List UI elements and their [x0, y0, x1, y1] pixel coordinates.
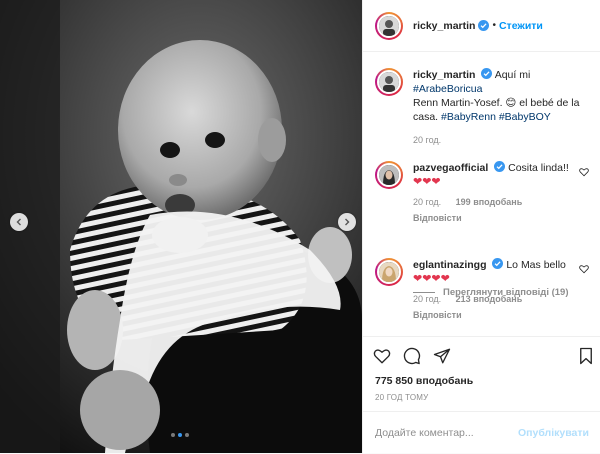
header-username[interactable]: ricky_martin	[413, 20, 475, 32]
chevron-left-icon	[16, 218, 21, 226]
heart-icon[interactable]	[579, 264, 589, 274]
comment-username[interactable]: pazvegaofficial	[413, 162, 488, 174]
avatar[interactable]	[375, 161, 403, 189]
comment-text: Lo Mas bello	[506, 259, 566, 271]
hashtag-link[interactable]: #BabyBOY	[499, 111, 551, 123]
comment-text: Cosita linda!!	[508, 162, 569, 174]
instagram-post: ricky_martin • Стежити ricky_martin Aquí…	[0, 0, 600, 453]
hashtag-link[interactable]: #BabyRenn	[441, 111, 496, 123]
carousel-prev-button[interactable]	[10, 213, 28, 231]
save-button[interactable]	[577, 347, 595, 365]
carousel-indicator	[171, 433, 189, 437]
like-button[interactable]	[373, 347, 391, 365]
share-button[interactable]	[433, 347, 451, 365]
post-side-panel: ricky_martin • Стежити ricky_martin Aquí…	[362, 0, 600, 453]
comment-box: Опублікувати	[363, 411, 600, 454]
heart-emojis: ❤❤❤	[413, 176, 441, 188]
comment-input[interactable]	[375, 427, 518, 439]
caption-time: 20 год.	[413, 135, 442, 145]
comments-section[interactable]: ricky_martin Aquí mi #ArabeBoricua Renn …	[363, 53, 600, 335]
header-separator: •	[492, 20, 496, 31]
carousel-next-button[interactable]	[338, 213, 356, 231]
follow-button[interactable]: Стежити	[499, 20, 543, 32]
avatar[interactable]	[375, 68, 403, 96]
likes-count[interactable]: 775 850 вподобань	[375, 375, 473, 387]
smile-emoji: 😊	[505, 97, 517, 109]
caption-text: Renn Martin-Yosef.	[413, 97, 503, 109]
post-time[interactable]: 20 ГОД ТОМУ	[375, 393, 428, 402]
hashtag-link[interactable]: #ArabeBoricua	[413, 83, 482, 95]
verified-icon	[481, 68, 493, 79]
heart-icon[interactable]	[579, 167, 589, 177]
verified-icon	[478, 20, 490, 31]
caption-text: Aquí mi	[494, 69, 531, 81]
comment-username[interactable]: eglantinazingg	[413, 259, 487, 271]
carousel-dot	[185, 433, 189, 437]
comment-likes[interactable]: 213 вподобань	[456, 294, 523, 304]
share-icon	[433, 348, 451, 364]
baby-photo	[0, 0, 362, 453]
comment-icon	[403, 347, 421, 365]
chevron-right-icon	[345, 218, 350, 226]
publish-button[interactable]: Опублікувати	[518, 427, 589, 439]
heart-icon	[373, 349, 391, 364]
heart-emojis: ❤❤❤❤	[413, 273, 450, 285]
post-header: ricky_martin • Стежити	[363, 0, 600, 52]
verified-icon	[494, 161, 506, 172]
comment-button[interactable]	[403, 347, 421, 365]
caption-body: ricky_martin Aquí mi #ArabeBoricua Renn …	[413, 68, 583, 147]
carousel-dot	[171, 433, 175, 437]
reply-button[interactable]: Відповісти	[413, 211, 583, 225]
reply-button[interactable]: Відповісти	[413, 308, 583, 322]
avatar[interactable]	[375, 258, 403, 286]
post-media[interactable]	[0, 0, 362, 453]
verified-icon	[492, 258, 504, 269]
comment-body: pazvegaofficial Cosita linda!! ❤❤❤ 20 го…	[413, 161, 583, 225]
carousel-dot-active	[178, 433, 182, 437]
comment-likes[interactable]: 199 вподобань	[456, 197, 523, 207]
avatar[interactable]	[375, 11, 403, 40]
action-icons	[373, 347, 451, 365]
caption-username[interactable]: ricky_martin	[413, 69, 475, 81]
bookmark-icon	[580, 347, 592, 365]
comment-time: 20 год.	[413, 294, 442, 304]
post-actions: 775 850 вподобань 20 ГОД ТОМУ Опублікува…	[363, 336, 600, 453]
comment-body: eglantinazingg Lo Mas bello ❤❤❤❤ 20 год.…	[413, 258, 583, 322]
comment-time: 20 год.	[413, 197, 442, 207]
